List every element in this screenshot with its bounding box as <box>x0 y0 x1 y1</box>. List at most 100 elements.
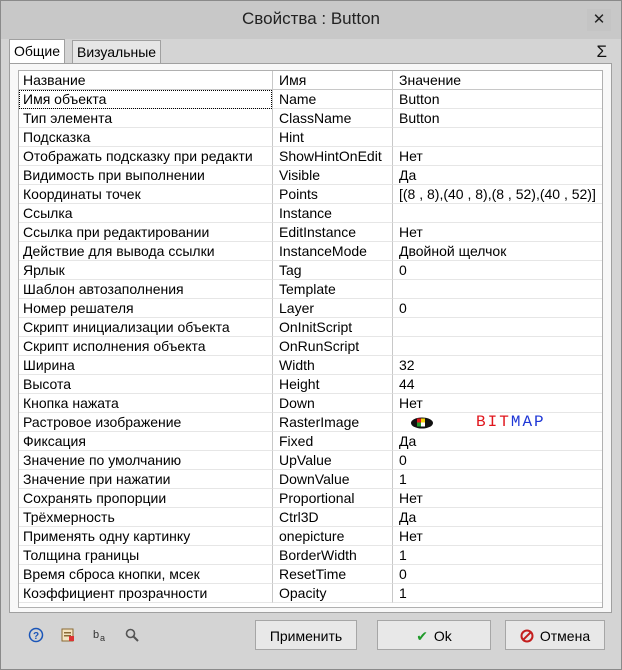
table-row[interactable]: Номер решателя Layer 0 <box>19 299 602 318</box>
tab-general[interactable]: Общие <box>9 39 66 64</box>
property-value[interactable]: 0 <box>392 565 602 584</box>
property-id[interactable]: Height <box>272 375 392 394</box>
property-value[interactable]: Нет <box>392 527 602 546</box>
property-id[interactable]: DownValue <box>272 470 392 489</box>
table-row[interactable]: Растровое изображение RasterImage BITMAP <box>19 413 602 432</box>
property-title[interactable]: Подсказка <box>19 128 272 147</box>
property-title[interactable]: Трёхмерность <box>19 508 272 527</box>
ok-button[interactable]: ✔ Ok <box>377 620 491 650</box>
table-row[interactable]: Действие для вывода ссылки InstanceMode Дв… <box>19 242 602 261</box>
table-row[interactable]: Значение по умолчанию UpValue 0 <box>19 451 602 470</box>
title-bar[interactable]: Свойства : Button ✕ <box>1 1 621 39</box>
property-title[interactable]: Сохранять пропорции <box>19 489 272 508</box>
property-title[interactable]: Кнопка нажата <box>19 394 272 413</box>
table-row[interactable]: Ссылка при редактировании EditInstance Нет <box>19 223 602 242</box>
property-title[interactable]: Время сброса кнопки, мсек <box>19 565 272 584</box>
table-row[interactable]: Шаблон автозаполнения Template <box>19 280 602 299</box>
table-row[interactable]: Ссылка Instance <box>19 204 602 223</box>
property-value[interactable]: Нет <box>392 147 602 166</box>
property-id[interactable]: Hint <box>272 128 392 147</box>
property-id[interactable]: RasterImage <box>272 413 392 432</box>
property-id[interactable]: Opacity <box>272 584 392 603</box>
property-value[interactable]: Нет <box>392 223 602 242</box>
property-id[interactable]: OnRunScript <box>272 337 392 356</box>
property-title[interactable]: Координаты точек <box>19 185 272 204</box>
table-row[interactable]: Отображать подсказку при редакти ShowHint… <box>19 147 602 166</box>
properties-table[interactable]: Название Имя Значение Имя объекта Name But… <box>18 70 603 608</box>
property-id[interactable]: Tag <box>272 261 392 280</box>
property-value[interactable]: Button <box>392 90 602 109</box>
property-value[interactable]: 0 <box>392 299 602 318</box>
property-title[interactable]: Ссылка <box>19 204 272 223</box>
table-row[interactable]: Значение при нажатии DownValue 1 <box>19 470 602 489</box>
property-id[interactable]: ShowHintOnEdit <box>272 147 392 166</box>
property-title[interactable]: Отображать подсказку при редакти <box>19 147 272 166</box>
table-row[interactable]: Видимость при выполнении Visible Да <box>19 166 602 185</box>
table-row[interactable]: Фиксация Fixed Да <box>19 432 602 451</box>
property-value[interactable]: BITMAP <box>392 413 602 432</box>
table-row[interactable]: Скрипт исполнения объекта OnRunScript <box>19 337 602 356</box>
property-value[interactable]: Да <box>392 508 602 527</box>
property-id[interactable]: OnInitScript <box>272 318 392 337</box>
table-row[interactable]: Толщина границы BorderWidth 1 <box>19 546 602 565</box>
property-id[interactable]: Visible <box>272 166 392 185</box>
property-id[interactable]: ClassName <box>272 109 392 128</box>
property-title[interactable]: Ширина <box>19 356 272 375</box>
property-value[interactable] <box>392 280 602 299</box>
column-header-name[interactable]: Название <box>19 71 272 90</box>
tab-visual-layers[interactable]: Визуальные слои <box>72 40 162 82</box>
property-value[interactable] <box>392 128 602 147</box>
property-value[interactable]: 32 <box>392 356 602 375</box>
property-title[interactable]: Номер решателя <box>19 299 272 318</box>
property-id[interactable]: Proportional <box>272 489 392 508</box>
text-format-icon[interactable]: ba <box>91 627 109 645</box>
table-row[interactable]: Ярлык Tag 0 <box>19 261 602 280</box>
property-value[interactable]: Button <box>392 109 602 128</box>
property-title[interactable]: Действие для вывода ссылки <box>19 242 272 261</box>
property-title[interactable]: Значение по умолчанию <box>19 451 272 470</box>
search-icon[interactable] <box>123 627 141 645</box>
table-row[interactable]: Подсказка Hint <box>19 128 602 147</box>
table-row[interactable]: Кнопка нажата Down Нет <box>19 394 602 413</box>
table-row[interactable]: Сохранять пропорции Proportional Нет <box>19 489 602 508</box>
property-value[interactable] <box>392 318 602 337</box>
property-title[interactable]: Ссылка при редактировании <box>19 223 272 242</box>
property-id[interactable]: Name <box>272 90 392 109</box>
property-id[interactable]: Ctrl3D <box>272 508 392 527</box>
property-id[interactable]: BorderWidth <box>272 546 392 565</box>
table-row[interactable]: Скрипт инициализации объекта OnInitScript <box>19 318 602 337</box>
property-value[interactable]: 44 <box>392 375 602 394</box>
property-title[interactable]: Коэффициент прозрачности <box>19 584 272 603</box>
property-value[interactable]: 1 <box>392 584 602 603</box>
property-title[interactable]: Скрипт исполнения объекта <box>19 337 272 356</box>
property-id[interactable]: onepicture <box>272 527 392 546</box>
table-row[interactable]: Время сброса кнопки, мсек ResetTime 0 <box>19 565 602 584</box>
property-value[interactable]: 1 <box>392 470 602 489</box>
sigma-icon[interactable]: Σ <box>596 42 607 62</box>
property-value[interactable]: 0 <box>392 451 602 470</box>
table-row[interactable]: Высота Height 44 <box>19 375 602 394</box>
apply-button[interactable]: Применить <box>255 620 357 650</box>
property-value[interactable]: 0 <box>392 261 602 280</box>
property-value[interactable]: [(8 , 8),(40 , 8),(8 , 52),(40 , 52)] <box>392 185 602 204</box>
cancel-button[interactable]: Отмена <box>505 620 605 650</box>
property-value[interactable]: 1 <box>392 546 602 565</box>
property-id[interactable]: Template <box>272 280 392 299</box>
property-value[interactable]: Нет <box>392 394 602 413</box>
table-row[interactable]: Коэффициент прозрачности Opacity 1 <box>19 584 602 603</box>
property-id[interactable]: InstanceMode <box>272 242 392 261</box>
property-id[interactable]: Layer <box>272 299 392 318</box>
property-value[interactable]: Нет <box>392 489 602 508</box>
table-row[interactable]: Трёхмерность Ctrl3D Да <box>19 508 602 527</box>
column-header-value[interactable]: Значение <box>392 71 602 90</box>
property-title[interactable]: Применять одну картинку <box>19 527 272 546</box>
table-row[interactable]: Применять одну картинку onepicture Нет <box>19 527 602 546</box>
property-title[interactable]: Скрипт инициализации объекта <box>19 318 272 337</box>
property-title[interactable]: Ярлык <box>19 261 272 280</box>
property-id[interactable]: Width <box>272 356 392 375</box>
table-row[interactable]: Ширина Width 32 <box>19 356 602 375</box>
property-title[interactable]: Высота <box>19 375 272 394</box>
help-icon[interactable]: ? <box>27 627 45 645</box>
property-id[interactable]: Fixed <box>272 432 392 451</box>
property-value[interactable]: Да <box>392 166 602 185</box>
